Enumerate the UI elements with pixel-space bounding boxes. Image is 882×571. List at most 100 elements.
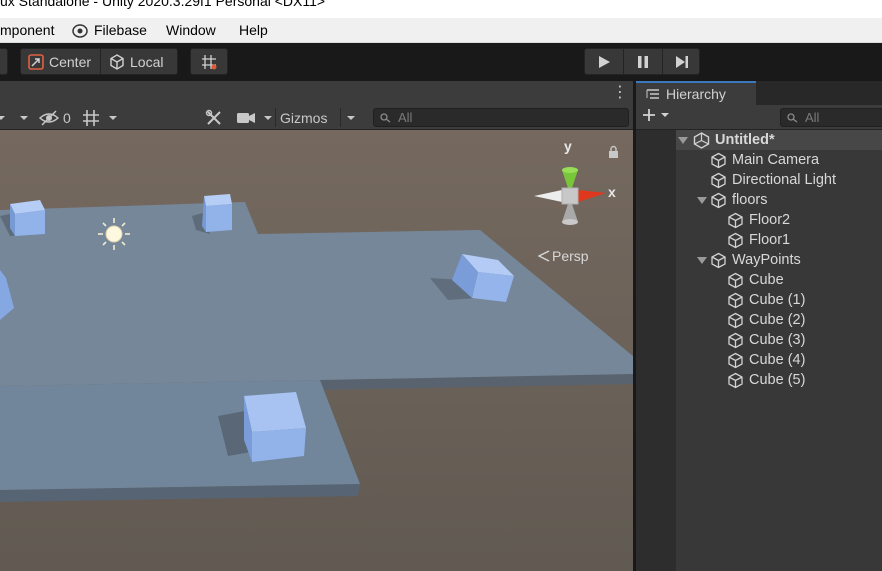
hierarchy-item-label: Cube (1) [749, 292, 806, 308]
play-icon [599, 55, 610, 68]
cube-icon [202, 194, 232, 232]
step-icon [676, 55, 688, 68]
chevron-down-icon [109, 115, 117, 120]
menu-help[interactable]: Help [239, 22, 268, 38]
cube-icon [728, 272, 743, 288]
grid-snap-icon [202, 55, 217, 70]
cube-icon [10, 200, 45, 236]
hierarchy-panel: Untitled* Main Camera Directional Light … [636, 130, 882, 571]
search-icon [380, 112, 391, 123]
hierarchy-item-label: Directional Light [732, 172, 836, 188]
hierarchy-item-cube[interactable]: Cube [727, 270, 784, 290]
hierarchy-tab-bar: Hierarchy [636, 81, 882, 105]
pivot-group: Center Local [20, 48, 178, 75]
pause-button[interactable] [624, 49, 662, 74]
scene-search-placeholder: All [398, 110, 413, 125]
cube-icon [728, 232, 743, 248]
draw-mode-dropdown[interactable] [0, 107, 6, 128]
filebase-icon [72, 24, 88, 41]
hierarchy-item-label: Floor2 [749, 212, 791, 228]
hierarchy-item-label: Cube (4) [749, 352, 806, 368]
pivot-center-icon [28, 53, 44, 70]
hierarchy-item-cube-4[interactable]: Cube (4) [727, 350, 805, 370]
hierarchy-item-label: Cube (2) [749, 312, 806, 328]
cube-icon [711, 252, 726, 268]
gizmos-button[interactable]: Gizmos [280, 107, 327, 128]
chevron-down-icon [661, 113, 669, 117]
pivot-center-button[interactable]: Center [21, 49, 97, 74]
hierarchy-item-label: floors [732, 192, 768, 208]
menu-window[interactable]: Window [166, 22, 216, 38]
gizmo-y-label: y [564, 138, 572, 154]
gizmo-x-label: x [608, 184, 616, 200]
cube-icon [711, 172, 726, 188]
list-icon [646, 89, 659, 99]
menu-bar: mponent Filebase Window Help [0, 18, 882, 43]
hierarchy-item-waypoints[interactable]: WayPoints [710, 250, 801, 270]
tab-hierarchy[interactable]: Hierarchy [636, 81, 756, 105]
grid-snap-button[interactable] [190, 48, 228, 75]
hierarchy-item-label: Cube [749, 272, 784, 288]
hierarchy-item-directional-light[interactable]: Directional Light [710, 170, 836, 190]
fold-arrow-icon[interactable] [697, 197, 707, 204]
create-dropdown[interactable] [642, 108, 670, 122]
toolbar-separator [340, 108, 341, 127]
hierarchy-search-placeholder: All [805, 110, 820, 125]
projection-toggle[interactable]: Persp [538, 248, 589, 264]
hierarchy-item-cube-3[interactable]: Cube (3) [727, 330, 805, 350]
hierarchy-item-label: Cube (5) [749, 372, 806, 388]
hierarchy-item-floors[interactable]: floors [710, 190, 767, 210]
fold-arrow-icon[interactable] [678, 137, 688, 144]
scene-tab-bar: ⋮ [0, 81, 633, 105]
tab-hierarchy-label: Hierarchy [666, 86, 726, 102]
hierarchy-item-cube-5[interactable]: Cube (5) [727, 370, 805, 390]
scene-viewport[interactable]: y x Persp [0, 130, 633, 571]
fold-arrow-icon[interactable] [697, 257, 707, 264]
hierarchy-item-cube-1[interactable]: Cube (1) [727, 290, 805, 310]
scene-visibility-toggle[interactable]: 0 [38, 107, 71, 128]
hierarchy-search-input[interactable]: All [780, 108, 882, 127]
space-local-label: Local [130, 53, 164, 70]
space-local-button[interactable]: Local [102, 49, 169, 74]
cube-icon [728, 312, 743, 328]
cube-icon [728, 292, 743, 308]
search-icon [787, 112, 798, 123]
hierarchy-item-cube-2[interactable]: Cube (2) [727, 310, 805, 330]
tools-group[interactable] [0, 48, 8, 75]
hierarchy-gutter [636, 130, 676, 571]
toolbar-separator [275, 108, 276, 127]
pivot-center-label: Center [49, 53, 92, 70]
grid-icon [83, 109, 99, 126]
scene-root-item[interactable]: Untitled* [693, 130, 775, 150]
main-toolbar: Center Local [0, 43, 882, 81]
more-options-icon[interactable]: ⋮ [612, 85, 628, 101]
camera-settings-dropdown[interactable] [236, 107, 274, 128]
play-button[interactable] [585, 49, 623, 74]
tools-icon [205, 109, 221, 125]
cube-icon [711, 152, 726, 168]
hierarchy-item-floor1[interactable]: Floor1 [727, 230, 790, 250]
menu-component[interactable]: mponent [0, 22, 54, 38]
gizmos-dropdown[interactable] [345, 107, 357, 128]
cube-icon [711, 192, 726, 208]
floor1 [0, 380, 360, 490]
hierarchy-item-floor2[interactable]: Floor2 [727, 210, 790, 230]
tools-settings-button[interactable] [205, 107, 223, 128]
step-button[interactable] [663, 49, 701, 74]
hierarchy-item-main-camera[interactable]: Main Camera [710, 150, 819, 170]
hidden-object-count: 0 [63, 109, 71, 126]
cube-icon [728, 212, 743, 228]
playmode-group [584, 48, 700, 75]
hierarchy-toolbar: All [636, 105, 882, 130]
scene-render [0, 130, 633, 571]
perspective-icon [538, 250, 550, 262]
scene-search-input[interactable]: All [373, 108, 629, 127]
grid-visibility-dropdown[interactable] [81, 107, 119, 128]
cube-icon [728, 332, 743, 348]
window-title: ux Standalone - Unity 2020.3.29f1 Person… [0, 0, 326, 9]
hidden-eye-icon [38, 109, 60, 126]
cube-icon [244, 392, 306, 462]
hierarchy-item-label: WayPoints [732, 252, 801, 268]
menu-filebase[interactable]: Filebase [94, 22, 147, 38]
render-mode-dropdown[interactable] [18, 107, 30, 128]
